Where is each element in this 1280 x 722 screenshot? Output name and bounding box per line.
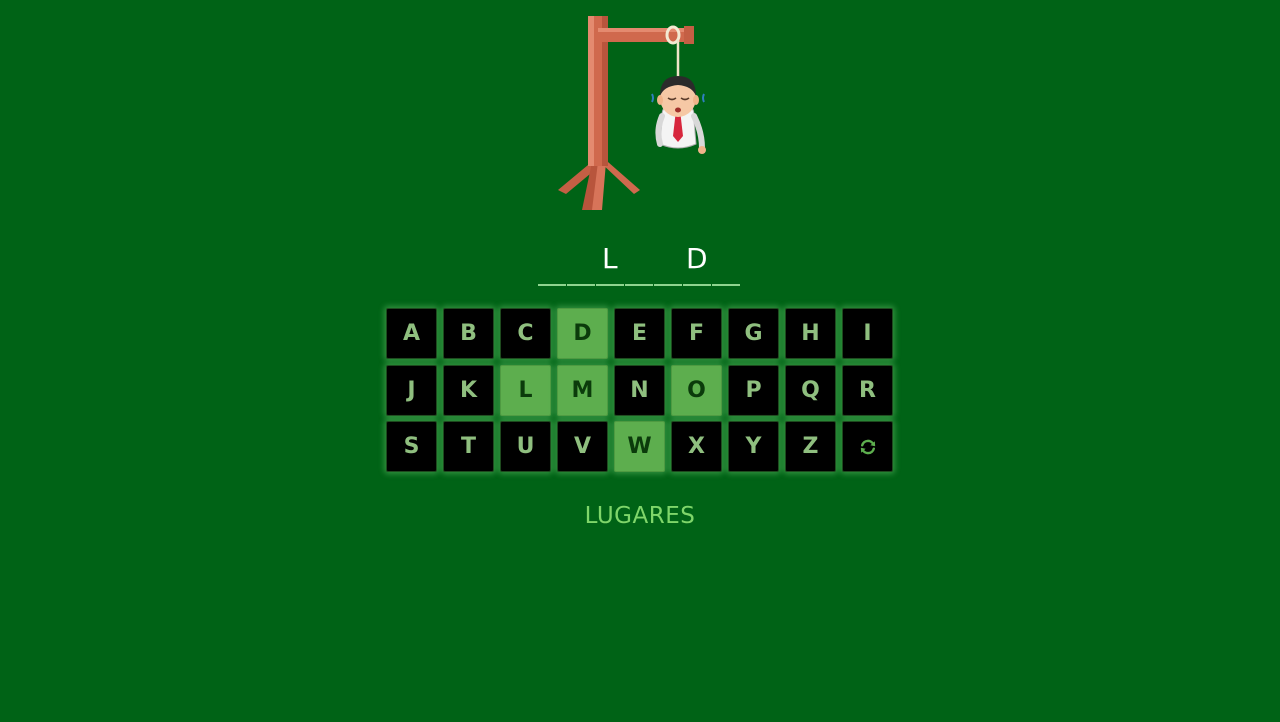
reset-button[interactable] (842, 421, 893, 472)
key-v[interactable]: V (557, 421, 608, 472)
key-p[interactable]: P (728, 364, 779, 416)
key-c[interactable]: C (500, 308, 551, 359)
key-k[interactable]: K (443, 364, 494, 416)
key-w[interactable]: W (614, 421, 665, 472)
key-i[interactable]: I (842, 308, 893, 359)
key-m[interactable]: M (557, 364, 608, 416)
letter-slot (654, 238, 682, 286)
key-r[interactable]: R (842, 364, 893, 416)
key-x[interactable]: X (671, 421, 722, 472)
key-d[interactable]: D (557, 308, 608, 359)
slot-letter: L (601, 242, 618, 275)
hanged-man (651, 76, 706, 154)
letter-slot (538, 238, 566, 286)
key-g[interactable]: G (728, 308, 779, 359)
slot-letter: D (685, 242, 708, 275)
gallows-base (558, 160, 640, 210)
key-q[interactable]: Q (785, 364, 836, 416)
key-j[interactable]: J (386, 364, 437, 416)
key-y[interactable]: Y (728, 421, 779, 472)
category-label: LUGARES (584, 503, 696, 529)
hangman-illustration (558, 16, 706, 210)
key-l[interactable]: L (500, 364, 551, 416)
letter-slot (625, 238, 653, 286)
letter-keyboard: A B C D E F G H I J K L M N O P Q R S T … (386, 308, 896, 472)
key-b[interactable]: B (443, 308, 494, 359)
letter-slot (712, 238, 740, 286)
key-e[interactable]: E (614, 308, 665, 359)
key-a[interactable]: A (386, 308, 437, 359)
key-n[interactable]: N (614, 364, 665, 416)
key-f[interactable]: F (671, 308, 722, 359)
letter-slot: D (683, 238, 711, 286)
key-t[interactable]: T (443, 421, 494, 472)
refresh-icon (860, 439, 875, 454)
key-s[interactable]: S (386, 421, 437, 472)
key-o[interactable]: O (671, 364, 722, 416)
letter-slot (567, 238, 595, 286)
key-h[interactable]: H (785, 308, 836, 359)
letter-slot: L (596, 238, 624, 286)
word-display: L D (538, 238, 744, 286)
key-u[interactable]: U (500, 421, 551, 472)
key-z[interactable]: Z (785, 421, 836, 472)
